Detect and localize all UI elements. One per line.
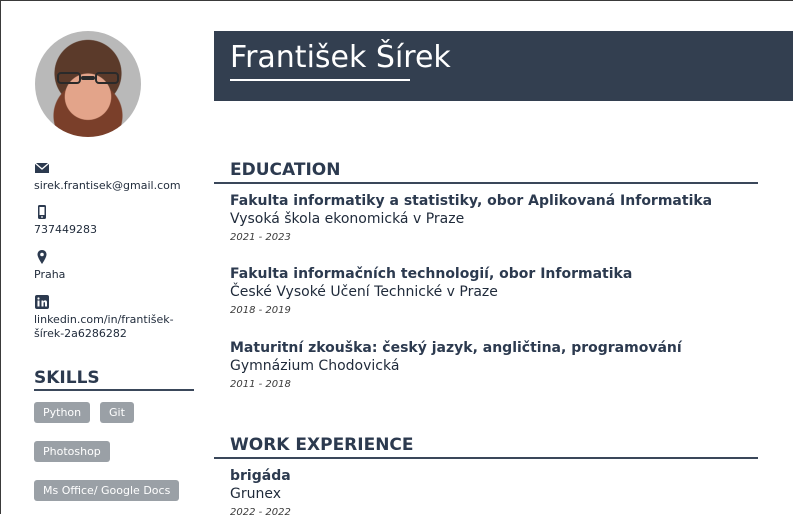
name-underline (230, 79, 410, 81)
page-border-left (0, 0, 1, 514)
education-heading: EDUCATION (230, 160, 341, 180)
contact-email[interactable]: sirek.frantisek@gmail.com (34, 160, 189, 193)
education-entry: Fakulta informačních technologií, obor I… (230, 265, 770, 316)
entry-dates: 2018 - 2019 (230, 305, 291, 316)
work-entry: brigáda Grunex 2022 - 2022 (230, 467, 770, 518)
skill-chip: Git (100, 402, 134, 423)
entry-title: brigáda (230, 468, 291, 484)
education-entry: Maturitní zkouška: český jazyk, angličti… (230, 339, 770, 390)
person-name: František Šírek (230, 40, 451, 75)
entry-dates: 2011 - 2018 (230, 379, 291, 390)
location-text: Praha (34, 268, 66, 281)
entry-title: Maturitní zkouška: český jazyk, angličti… (230, 340, 682, 356)
education-entry: Fakulta informatiky a statistiky, obor A… (230, 192, 770, 243)
location-pin-icon (37, 250, 47, 264)
contact-phone[interactable]: 737449283 (34, 204, 189, 237)
profile-photo (35, 31, 141, 137)
skill-chip: Ms Office/ Google Docs (34, 480, 180, 501)
mail-icon (34, 162, 50, 173)
entry-dates: 2021 - 2023 (230, 232, 291, 243)
linkedin-text: linkedin.com/in/františek-šírek-2a628628… (34, 313, 174, 340)
phone-text: 737449283 (34, 223, 97, 236)
glasses-graphic (57, 72, 119, 84)
entry-institution: České Vysoké Učení Technické v Praze (230, 284, 498, 300)
entry-title: Fakulta informačních technologií, obor I… (230, 266, 633, 282)
skill-chip: Python (34, 402, 91, 423)
entry-title: Fakulta informatiky a statistiky, obor A… (230, 193, 713, 209)
entry-institution: Vysoká škola ekonomická v Praze (230, 211, 465, 227)
entry-institution: Gymnázium Chodovická (230, 358, 400, 374)
entry-dates: 2022 - 2022 (230, 507, 291, 518)
education-divider (214, 182, 758, 184)
linkedin-icon (35, 295, 49, 309)
skills-divider (34, 389, 194, 391)
page-border-top (0, 0, 793, 1)
contact-location: Praha (34, 249, 189, 282)
work-divider (214, 457, 758, 459)
skills-heading: SKILLS (34, 368, 100, 388)
contact-linkedin[interactable]: linkedin.com/in/františek-šírek-2a628628… (34, 294, 189, 341)
work-heading: WORK EXPERIENCE (230, 435, 414, 455)
phone-icon (38, 205, 46, 219)
skill-chip: Photoshop (34, 441, 110, 462)
name-header: František Šírek (214, 31, 793, 101)
entry-company: Grunex (230, 486, 282, 502)
email-text: sirek.frantisek@gmail.com (34, 179, 181, 192)
